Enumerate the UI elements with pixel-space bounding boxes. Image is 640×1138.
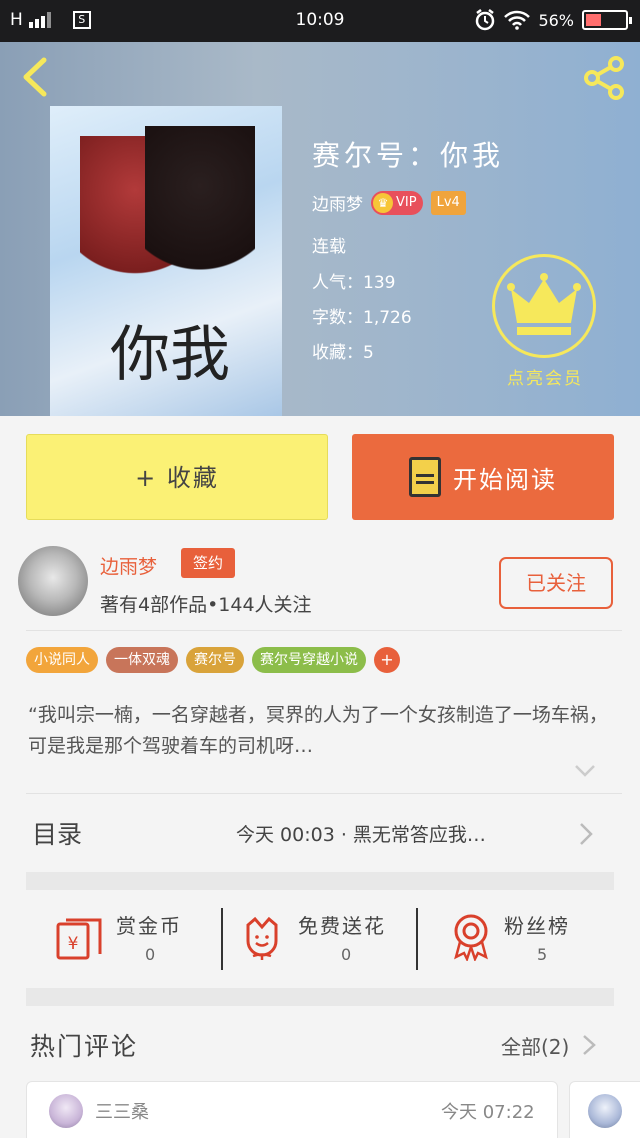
red-envelope-icon[interactable]: ¥ (56, 916, 104, 960)
comment-card[interactable]: 三三桑 今天 07:22 (26, 1081, 558, 1138)
tag[interactable]: 赛尔号穿越小说 (252, 647, 366, 673)
book-icon (409, 457, 441, 497)
tag[interactable]: 小说同人 (26, 647, 98, 673)
section-separator (26, 988, 614, 1006)
catalog-title[interactable]: 目录 (32, 815, 82, 851)
comment-card[interactable] (569, 1081, 640, 1138)
follow-button[interactable]: 已关注 (499, 557, 613, 609)
alarm-icon (476, 9, 495, 31)
member-label[interactable]: 点亮会员 (490, 364, 600, 389)
back-arrow-icon[interactable] (18, 56, 50, 98)
crown-icon (507, 273, 581, 335)
favorites-count: 收藏：5 (312, 343, 374, 363)
chevron-down-icon[interactable] (574, 764, 596, 778)
svg-text:¥: ¥ (68, 934, 79, 954)
reward-coins-value: 0 (145, 945, 156, 964)
start-reading-button[interactable]: 开始阅读 (352, 434, 614, 520)
share-icon[interactable] (580, 54, 628, 102)
divider (416, 908, 418, 970)
free-flower-value: 0 (341, 945, 352, 964)
book-title: 赛尔号：你我 (312, 139, 505, 172)
all-comments-link[interactable]: 全部(2) (501, 1031, 569, 1060)
tag[interactable]: 赛尔号 (186, 647, 244, 673)
tag-list: 小说同人 一体双魂 赛尔号 赛尔号穿越小说 + (26, 647, 400, 673)
reward-coins-label[interactable]: 赏金币 (116, 910, 182, 939)
comment-time: 今天 07:22 (441, 1102, 535, 1123)
free-flower-label[interactable]: 免费送花 (298, 910, 386, 939)
serial-status: 连载 (312, 237, 346, 257)
battery-percent: 56% (538, 10, 574, 30)
tag[interactable]: 一体双魂 (106, 647, 178, 673)
section-separator (26, 872, 614, 890)
battery-icon (582, 10, 632, 30)
fan-ranking-icon[interactable] (450, 913, 492, 961)
chevron-right-icon[interactable] (582, 1034, 596, 1056)
status-bar: H S 10:09 56% (0, 0, 640, 42)
fan-ranking-value: 5 (537, 945, 548, 964)
divider (26, 793, 622, 794)
chevron-right-icon[interactable] (578, 822, 594, 846)
level-badge: Lv4 (430, 190, 466, 215)
add-favorite-button[interactable]: + 收藏 (26, 434, 328, 520)
commenter-name[interactable]: 三三桑 (95, 1098, 149, 1124)
synopsis: “我叫宗一楠，一名穿越者，冥界的人为了一个女孩制造了一场车祸，可是我是那个驾驶着… (28, 704, 608, 757)
fan-ranking-label[interactable]: 粉丝榜 (504, 910, 570, 939)
word-count: 字数：1,726 (312, 308, 412, 328)
book-header: 你我 赛尔号：你我 边雨梦 ♛ VIP Lv4 连载 人气：139 字数：1,7… (0, 42, 640, 416)
signed-badge: 签约 (181, 548, 235, 578)
author-row: 边雨梦 ♛ VIP Lv4 (312, 190, 466, 215)
crown-icon: ♛ (373, 192, 393, 213)
author-avatar[interactable] (18, 546, 88, 616)
vip-badge: ♛ VIP (371, 190, 423, 215)
author-name[interactable]: 边雨梦 (100, 552, 157, 579)
book-cover[interactable]: 你我 (50, 106, 282, 416)
latest-chapter[interactable]: 今天 00:03 · 黑无常答应我… (236, 820, 486, 847)
commenter-avatar[interactable] (49, 1094, 83, 1128)
flower-icon[interactable] (242, 915, 282, 961)
hot-comments-title: 热门评论 (30, 1032, 139, 1061)
author-stats: 著有4部作品•144人关注 (100, 594, 312, 616)
header-author-name[interactable]: 边雨梦 (312, 190, 363, 215)
more-tags-button[interactable]: + (374, 647, 400, 673)
commenter-avatar[interactable] (588, 1094, 622, 1128)
popularity: 人气：139 (312, 273, 396, 293)
divider (221, 908, 223, 970)
start-reading-label: 开始阅读 (453, 465, 557, 494)
cover-title: 你我 (110, 320, 230, 390)
divider (26, 630, 622, 631)
member-crown-button[interactable] (492, 254, 596, 358)
wifi-icon (504, 10, 531, 30)
